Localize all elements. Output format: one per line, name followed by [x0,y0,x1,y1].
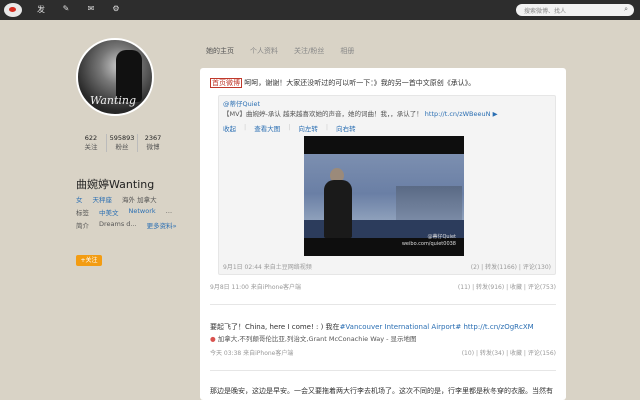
location-text: 海外 加拿大 [122,196,157,204]
post-location[interactable]: ● 加拿大,不列颠哥伦比亚,列治文,Grant McConachie Way -… [210,334,556,344]
nav-item-home[interactable]: 发 [34,4,48,15]
repost-time[interactable]: 9月1日 02:44 [223,264,262,271]
tab-home[interactable]: 她的主页 [206,46,234,56]
top-nav: 发 ✎ ✉ ⚙ [34,4,123,15]
post-footer: 今天 03:38 来自iPhone客户端 (10) | 转发(34) | 收藏 … [210,348,556,357]
watermark-line-2: weibo.com/quiet0038 [401,241,456,247]
post-footer: 9月8日 11:00 来自iPhone客户端 (11) | 转发(916) | … [210,282,556,291]
tag-more: … [165,207,173,215]
stat-posts[interactable]: 2367 微博 [138,134,168,152]
profile-tabs: 她的主页 个人资料 关注/粉丝 相册 [206,46,354,56]
follow-button[interactable]: +关注 [76,255,102,266]
post-body: 那边是晚安，这边是早安。一会又要拖着两大行李去机场了。这次不同的是，行李里都是秋… [210,387,553,395]
edit-icon[interactable]: ✎ [59,4,73,15]
bio-label: 简介 [76,222,89,230]
post-source[interactable]: 来自iPhone客户端 [251,284,301,291]
topic-link[interactable]: #Vancouver International Airport# [340,323,462,331]
profile-bio: 简介 Dreams d... 更多资料» [76,220,177,230]
feed-panel: 首页微博 呵呵，谢谢！大家还没听过的可以听一下：》我的另一首中文原创《承认》。 … [200,68,566,400]
stat-followers[interactable]: 595893 粉丝 [107,134,138,152]
video-person [324,180,352,238]
post-link[interactable]: http://t.cn/zOgRcXM [463,323,533,331]
stat-followers-label: 粉丝 [115,143,129,151]
rotate-left-link[interactable]: 向左转 [298,123,318,133]
post-stats[interactable]: (11) | 转发(916) | 收藏 | 评论(753) [458,282,556,291]
rotate-right-link[interactable]: 向右转 [336,123,356,133]
post-text: 那边是晚安，这边是早安。一会又要拖着两大行李去机场了。这次不同的是，行李里都是秋… [210,386,556,396]
tags-label: 标签 [76,209,89,217]
stat-posts-label: 微博 [146,143,160,151]
media-actions: 收起 | 查看大图 | 向左转 | 向右转 [223,123,356,133]
repost-footer: 9月1日 02:44 来自土豆网络视频 (2) | 转发(1166) | 评论(… [223,262,553,271]
profile-stats: 622 关注 595893 粉丝 2367 微博 [76,134,168,152]
avatar[interactable]: Wanting [76,38,154,116]
zodiac-link[interactable]: 天秤座 [93,194,113,204]
gear-icon[interactable]: ⚙ [109,4,123,15]
stat-followers-num: 595893 [109,134,135,142]
profile-basic-info: 女 天秤座 海外 加拿大 [76,194,157,204]
stat-following-label: 关注 [84,143,98,151]
gender-link[interactable]: 女 [76,194,83,204]
view-large-link[interactable]: 查看大图 [254,123,280,133]
stat-following[interactable]: 622 关注 [76,134,107,152]
repost-author-link[interactable]: @蒂仔Quiet [223,100,260,108]
repost-stats[interactable]: (2) | 转发(1166) | 评论(130) [471,262,551,271]
video-watermark: @蒂仔Quiet weibo.com/quiet0038 [402,234,456,248]
tag-link[interactable]: 中美文 [99,207,119,217]
video-player[interactable]: @蒂仔Quiet weibo.com/quiet0038 [304,136,464,256]
weibo-logo-icon[interactable] [4,3,22,17]
watermark-line-1: @蒂仔Quiet [427,234,456,240]
top-bar: 发 ✎ ✉ ⚙ 搜索微博、找人 ⌕ [0,0,640,20]
post-text: 首页微博 呵呵，谢谢！大家还没听过的可以听一下：》我的另一首中文原创《承认》。 [210,78,556,88]
post-time[interactable]: 9月8日 11:00 [210,284,249,291]
post-tag[interactable]: 首页微博 [210,78,242,88]
stat-posts-num: 2367 [144,134,162,142]
tab-album[interactable]: 相册 [340,46,354,56]
tag-link[interactable]: Network [129,207,156,217]
repost-link[interactable]: http://t.cn/zWBeeuN [425,110,491,118]
more-info-link[interactable]: 更多资料» [147,220,177,230]
video-link-icon[interactable]: ▶ [493,110,498,118]
repost-text: @蒂仔Quiet 【MV】曲婉婷-承认 越来越喜欢她的声音，她的词曲！我，，承认… [223,99,553,119]
post-divider [210,370,556,371]
post-time[interactable]: 今天 03:38 [210,350,241,357]
post-source[interactable]: 来自iPhone客户端 [243,350,293,357]
repost-body: 【MV】曲婉婷-承认 越来越喜欢她的声音，她的词曲！我，，承认了！ [223,110,423,118]
collapse-link[interactable]: 收起 [223,123,236,133]
bio-text: Dreams d... [99,220,137,228]
search-input[interactable]: 搜索微博、找人 ⌕ [516,4,634,16]
repost-source[interactable]: 来自土豆网络视频 [264,264,312,271]
repost-box: @蒂仔Quiet 【MV】曲婉婷-承认 越来越喜欢她的声音，她的词曲！我，，承认… [218,95,556,275]
profile-name: 曲婉婷Wanting [76,178,155,191]
avatar-signature: Wanting [90,94,137,107]
mail-icon[interactable]: ✉ [84,4,98,15]
post-stats[interactable]: (10) | 转发(34) | 收藏 | 评论(156) [462,348,556,357]
post-body: 要起飞了！China, here I come! : ) 我在 [210,323,340,331]
profile-tags: 标签 中美文 Network … [76,207,172,217]
stat-following-num: 622 [84,134,98,142]
post-body: 呵呵，谢谢！大家还没听过的可以听一下：》我的另一首中文原创《承认》。 [244,79,476,87]
video-city [396,186,462,220]
tab-follow[interactable]: 关注/粉丝 [294,46,324,56]
post-text: 要起飞了！China, here I come! : ) 我在#Vancouve… [210,322,556,332]
tab-profile[interactable]: 个人资料 [250,46,278,56]
location-pin-icon: ● [210,335,216,343]
post-divider [210,304,556,305]
search-placeholder: 搜索微博、找人 [524,8,567,15]
search-icon[interactable]: ⌕ [624,5,628,14]
location-text: 加拿大,不列颠哥伦比亚,列治文,Grant McConachie Way - 显… [217,335,417,343]
